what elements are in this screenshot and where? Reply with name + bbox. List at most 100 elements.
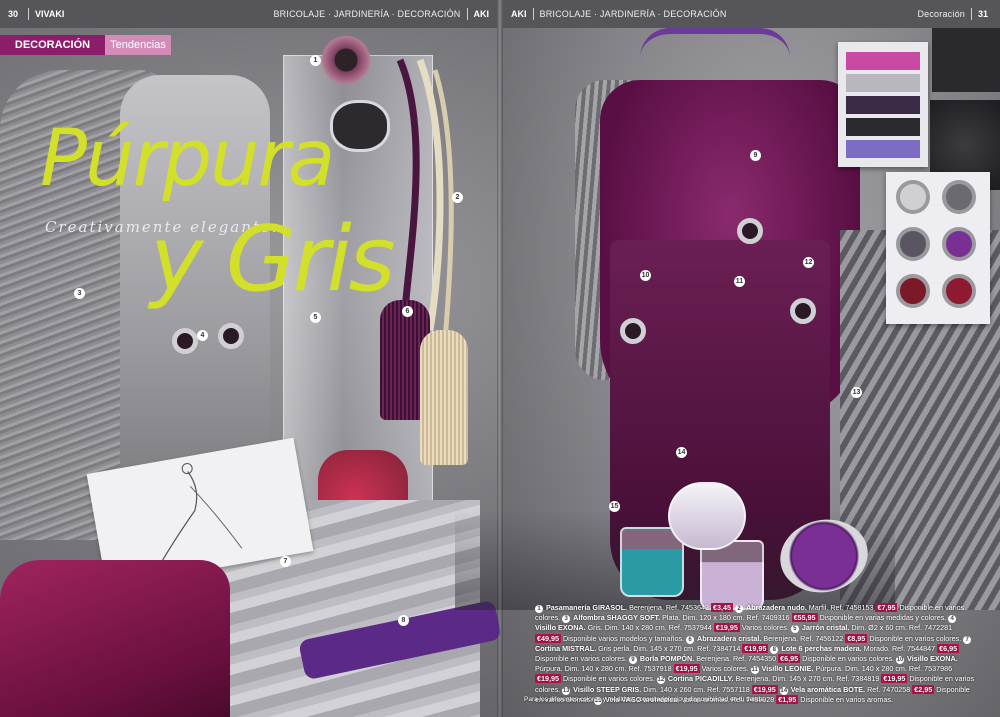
product-price: €6,95 (778, 654, 801, 664)
page-number: 31 (977, 9, 988, 19)
callout-number: 12 (803, 257, 814, 268)
product-list: 1 Pasamanería GIRASOL. Berenjena. Ref. 7… (535, 603, 975, 705)
footnote: Para los diferentes colores y medidas, c… (524, 696, 766, 703)
callout-number: 4 (197, 330, 208, 341)
product-price: €3,45 (711, 603, 734, 612)
callout-number: 2 (452, 192, 463, 203)
product-availability: Disponible en varios colores. (802, 654, 895, 664)
sheep-ornament-image (330, 100, 390, 152)
grommet (620, 318, 646, 344)
product-item: 13 Visillo STEEP GRIS. Dim. 140 x 260 cm… (562, 684, 780, 695)
product-name: Visillo STEEP GRIS. (573, 684, 642, 694)
grommet (790, 298, 816, 324)
section-label: Decoración (917, 9, 965, 19)
product-availability: Disponible en varios colores. (535, 654, 627, 664)
product-description: Púrpura. Dim. 140 x 280 cm. Ref. 7537918 (535, 664, 672, 674)
product-number: 13 (562, 686, 571, 695)
store-logo: AKI (511, 9, 527, 19)
callout-number: 5 (310, 312, 321, 323)
product-description: Dim. 140 x 260 cm. Ref. 7557118 (643, 684, 750, 694)
product-description: Gris perla. Dim. 145 x 270 cm. Ref. 7384… (598, 643, 741, 653)
product-name: Lote 6 perchas madera. (781, 643, 862, 653)
product-name: Visillo EXONA. (907, 654, 958, 664)
product-number: 6 (686, 635, 695, 644)
product-item: 3 Alfombra SHAGGY SOFT. Plata. Dim. 120 … (562, 613, 948, 624)
product-number: 5 (790, 625, 799, 634)
product-name: Abrazadera nudo. (746, 603, 807, 612)
product-price: €6,95 (937, 643, 960, 653)
tab-tendencias: Tendencias (105, 35, 171, 55)
grommet (172, 328, 198, 354)
white-candle-image (668, 482, 746, 550)
product-number: 9 (628, 656, 637, 665)
product-number: 14 (779, 686, 788, 695)
product-availability: Disponible en varios aromas. (800, 694, 893, 704)
product-name: Vela aromática BOTE. (790, 684, 866, 694)
product-price: €19,95 (751, 684, 778, 694)
tab-decoracion: DECORACIÓN (0, 35, 105, 55)
store-logo: AKI (473, 9, 490, 19)
product-description: Berenjena. Ref. 7456122 (763, 633, 844, 643)
callout-number: 9 (750, 150, 761, 161)
callout-number: 14 (676, 447, 687, 458)
product-name: Borla POMPÓN. (639, 654, 695, 664)
product-number: 7 (963, 635, 972, 644)
product-description: Púrpura. Dim. 140 x 280 cm. Ref. 7537986 (815, 664, 953, 674)
lilac-candle-image (700, 540, 764, 610)
product-price: €1,95 (776, 694, 799, 704)
product-name: Cortina MISTRAL. (535, 643, 597, 653)
product-name: Visillo EXONA. (535, 623, 586, 633)
callout-number: 10 (640, 270, 651, 281)
product-price: €8,95 (845, 633, 868, 643)
product-availability: Disponible varios modelos y tamaños. (562, 633, 685, 643)
product-description: Berenjena. Ref. 7453642 (629, 603, 710, 612)
product-name: Visillo LEONIE. (761, 664, 814, 674)
product-name: Pasamanería GIRASOL. (546, 603, 628, 612)
product-name: Abrazadera cristal. (697, 633, 762, 643)
product-number: 4 (948, 615, 957, 624)
dark-photo-card (932, 22, 1000, 92)
callout-number: 13 (851, 387, 862, 398)
callout-number: 8 (398, 615, 409, 626)
swatch-board (838, 42, 928, 167)
product-availability: Disponible en varios colores. (869, 633, 962, 643)
product-name: Cortina PICADILLY. (667, 674, 734, 684)
product-item: 6 Abrazadera cristal. Berenjena. Ref. 74… (686, 633, 963, 644)
product-description: Berenjena. Ref. 7454350 (696, 654, 777, 664)
page-number: 30 (8, 9, 19, 19)
product-description: Marfil. Ref. 7458153 (808, 603, 874, 612)
product-price: €55,95 (791, 613, 818, 623)
product-price: €49,95 (535, 633, 561, 643)
product-price: €19,95 (881, 674, 908, 684)
right-page-header: AKI BRICOLAJE · JARDINERÍA · DECORACIÓN … (503, 0, 1000, 28)
page-title-line2: y Gris (150, 207, 396, 312)
product-number: 8 (770, 645, 779, 654)
grommet (218, 323, 244, 349)
product-number: 2 (735, 605, 744, 613)
product-availability: Varios colores. (701, 664, 749, 674)
section-list: BRICOLAJE · JARDINERÍA · DECORACIÓN (273, 9, 461, 19)
product-availability: Disponible en varias medidas y colores. (819, 613, 947, 623)
callout-number: 11 (734, 276, 745, 287)
product-price: €19,95 (673, 664, 700, 674)
product-price: €19,95 (742, 643, 769, 653)
product-price: €7,95 (875, 603, 898, 612)
product-availability: Disponible en varios colores. (562, 674, 655, 684)
cream-tassel-image (420, 330, 468, 465)
paint-samples-board (886, 172, 990, 324)
divider (28, 8, 30, 20)
divider (466, 8, 468, 20)
product-description: Ref. 7470258 (867, 684, 911, 694)
product-item: 9 Borla POMPÓN. Berenjena. Ref. 7454350 … (628, 654, 896, 665)
divider (532, 8, 534, 20)
product-name: Alfombra SHAGGY SOFT. (573, 613, 661, 623)
brand-label: VIVAKI (35, 9, 65, 19)
callout-number: 15 (609, 501, 620, 512)
product-number: 12 (656, 676, 665, 685)
callout-number: 1 (310, 55, 321, 66)
product-name: Jarrón cristal. (801, 623, 850, 633)
product-description: Dim. Ø2 x 60 cm. Ref. 7472281 (851, 623, 953, 633)
product-price: €19,95 (535, 674, 561, 684)
product-description: Gris. Dim. 140 x 280 cm. Ref. 7537944 (587, 623, 712, 633)
left-page-header: 30 VIVAKI BRICOLAJE · JARDINERÍA · DECOR… (0, 0, 497, 28)
